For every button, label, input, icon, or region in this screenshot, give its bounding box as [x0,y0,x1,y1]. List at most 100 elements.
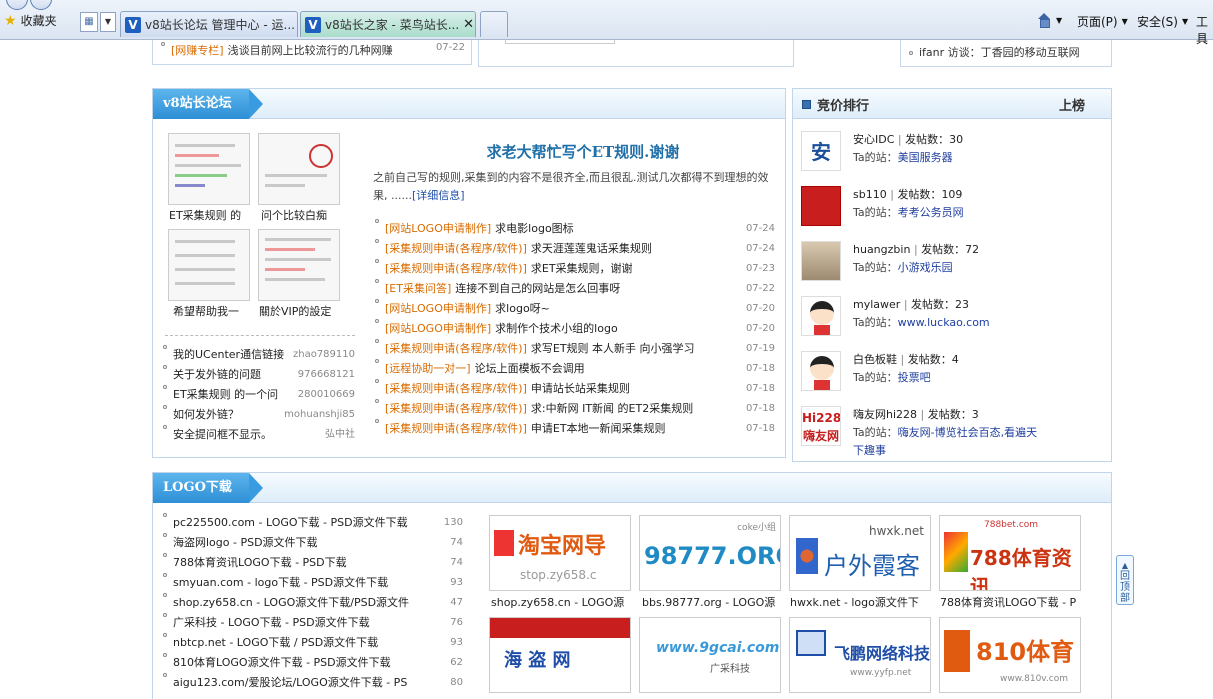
logo-caption[interactable]: bbs.98777.org - LOGO源 [642,594,784,610]
list-item[interactable]: aigu123.com/爱股论坛/LOGO源文件下载 - PS 80 [163,673,463,693]
user-name[interactable]: 白色板鞋 [853,353,897,366]
avatar[interactable] [801,351,841,391]
user-name[interactable]: sb110 [853,188,887,201]
new-tab-button[interactable] [480,11,508,37]
item-tag[interactable]: [网赚专栏] [171,42,224,58]
ranking-item: 白色板鞋 | 发帖数：4 Ta的站：投票吧 [801,351,1101,397]
list-item[interactable]: [采集规则申请(各程序/软件)] 求:中新网 IT新闻 的ET2采集规则 07-18 [375,399,775,419]
close-tab-icon[interactable]: ✕ [463,17,474,32]
logo-list: pc225500.com - LOGO下载 - PSD源文件下载 130 海盗网l… [163,513,463,693]
site-link[interactable]: www.luckao.com [898,316,990,329]
logo-caption[interactable]: shop.zy658.cn - LOGO源 [491,594,633,610]
logo-thumbnail[interactable]: 海 盗 网 [489,617,631,693]
list-item[interactable]: 810体育LOGO源文件下载 - PSD源文件下载 62 [163,653,463,673]
logo-caption[interactable]: hwxk.net - logo源文件下 [790,594,932,610]
list-item[interactable]: [ET采集问答] 连接不到自己的网站是怎么回事呀 07-22 [375,279,775,299]
back-to-top-button[interactable]: ▲ 回顶部 [1116,555,1134,605]
logo-thumbnail[interactable]: 淘宝网导 stop.zy658.c [489,515,631,591]
logo-caption[interactable]: 788体育资讯LOGO下载 - P [940,594,1082,610]
list-item[interactable]: ifanr 访谈：丁香园的移动互联网 [909,44,1080,60]
logo-thumbnail[interactable]: hwxk.net 户外霞客 [789,515,931,591]
details-link[interactable]: [详细信息] [412,189,465,202]
thumbnail[interactable] [168,133,250,205]
list-item[interactable]: nbtcp.net - LOGO下载 / PSD源文件下载 93 [163,633,463,653]
forum-title[interactable]: v8站长论坛 [153,89,263,119]
list-item[interactable]: [采集规则申请(各程序/软件)] 求天涯莲莲鬼话采集规则 07-24 [375,239,775,259]
logo-title[interactable]: LOGO下载 [153,473,263,503]
list-item[interactable]: [网站LOGO申请制作] 求logo呀~ 07-20 [375,299,775,319]
quick-tabs-icon[interactable]: ▦ [80,12,98,32]
logo-thumbnail[interactable]: coke小组 98777.ORG [639,515,781,591]
list-item[interactable]: 安全提问框不显示。 弘中社 [163,425,355,445]
avatar[interactable] [801,241,841,281]
logo-panel-header: LOGO下载 [153,473,1111,503]
list-item[interactable]: [网站LOGO申请制作] 求电影logo图标 07-24 [375,219,775,239]
list-item[interactable]: [采集规则申请(各程序/软件)] 求写ET规则 本人新手 向小强学习 07-19 [375,339,775,359]
list-item[interactable]: 如何发外链？ mohuanshji85 [163,405,355,425]
ranking-apply-link[interactable]: 上榜 [1059,95,1085,114]
top-center-box [478,40,794,67]
list-item[interactable]: [网站LOGO申请制作] 求制作个技术小组的logo 07-20 [375,319,775,339]
user-name[interactable]: 安心IDC [853,133,894,146]
star-icon: ★ [4,12,17,29]
safety-menu[interactable]: 安全(S) ▼ [1137,13,1188,30]
list-item[interactable]: [采集规则申请(各程序/软件)] 申请站长站采集规则 07-18 [375,379,775,399]
tab-list-dropdown[interactable]: ▼ [100,12,116,32]
list-item[interactable]: 海盗网logo - PSD源文件下载 74 [163,533,463,553]
tab-v8-home[interactable]: V v8站长之家 - 菜鸟站长... ✕ [300,11,476,37]
thumbnail-caption[interactable]: 问个比较白痴 [261,207,327,223]
user-name[interactable]: 嗨友网hi228 [853,408,917,421]
favorites-button[interactable]: ★ 收藏夹 [4,12,57,29]
list-item[interactable]: [采集规则申请(各程序/软件)] 申请ET本地一新闻采集规则 07-18 [375,419,775,439]
tools-menu[interactable]: 工具 [1196,13,1213,47]
thumbnail-caption[interactable]: 關於VIP的設定 [259,303,331,319]
page-menu[interactable]: 页面(P) ▼ [1077,13,1128,30]
user-name[interactable]: mylawer [853,298,900,311]
tab-label: v8站长论坛 管理中心 - 运... [145,18,295,32]
thumbnail[interactable] [168,229,250,301]
featured-desc: 之前自己写的规则,采集到的内容不是很齐全,而且很乱.测试几次都得不到理想的效果,… [373,169,773,205]
logo-thumbnail[interactable]: 飞鹏网络科技 www.yyfp.net [789,617,931,693]
logo-thumbnail[interactable]: 810体育 www.810v.com [939,617,1081,693]
featured-title[interactable]: 求老大帮忙写个ET规则.谢谢 [373,141,793,162]
list-item[interactable]: 广采科技 - LOGO下载 - PSD源文件下载 76 [163,613,463,633]
list-item[interactable]: 关于发外链的问题 976668121 [163,365,355,385]
list-item[interactable]: [网赚专栏] 浅谈目前网上比较流行的几种网赚 07-22 [161,42,465,58]
chevron-down-icon: ▼ [1181,17,1189,26]
thumbnail[interactable] [258,133,340,205]
avatar[interactable] [801,296,841,336]
list-item[interactable]: 我的UCenter通信链接 zhao789110 [163,345,355,365]
site-link[interactable]: 考考公务员网 [898,206,964,219]
forward-button[interactable] [30,0,52,10]
ranking-item: 安心 安心IDC | 发帖数：30 Ta的站：美国服务器 [801,131,1101,177]
avatar[interactable]: 安心 [801,131,841,171]
ranking-title: 竞价排行 [817,99,870,114]
list-item[interactable]: shop.zy658.cn - LOGO源文件下载/PSD源文件 47 [163,593,463,613]
thumbnail-caption[interactable]: 希望帮助我一 [173,303,239,319]
back-button[interactable] [6,0,28,10]
thumbnail-caption[interactable]: ET采集规则 的 [169,207,241,223]
logo-thumbnail[interactable]: www.9gcai.com 广采科技 [639,617,781,693]
forum-post-list: [网站LOGO申请制作] 求电影logo图标 07-24 [采集规则申请(各程序/软… [375,219,775,439]
logo-thumbnail[interactable]: 788bet.com 788体育资讯 [939,515,1081,591]
list-item[interactable]: pc225500.com - LOGO下载 - PSD源文件下载 130 [163,513,463,533]
list-item[interactable]: 788体育资讯LOGO下载 - PSD下载 74 [163,553,463,573]
home-button[interactable]: ▼ [1036,13,1062,28]
list-item[interactable]: smyuan.com - logo下载 - PSD源文件下载 93 [163,573,463,593]
list-item[interactable]: [采集规则申请(各程序/软件)] 求ET采集规则，谢谢 07-23 [375,259,775,279]
avatar[interactable] [801,186,841,226]
site-link[interactable]: 美国服务器 [898,151,953,164]
item-title[interactable]: 浅谈目前网上比较流行的几种网赚 [228,42,436,58]
user-name[interactable]: huangzbin [853,243,910,256]
thumbnail[interactable] [258,229,340,301]
avatar[interactable]: Hi228 嗨友网 [801,406,841,446]
item-title[interactable]: ifanr 访谈：丁香园的移动互联网 [919,46,1080,59]
tools-menu-label: 工具 [1196,15,1209,46]
tab-admin-center[interactable]: V v8站长论坛 管理中心 - 运... [120,11,298,37]
site-link[interactable]: 投票吧 [898,371,931,384]
list-item[interactable]: [远程协助一对一] 论坛上面模板不会调用 07-18 [375,359,775,379]
favorites-label: 收藏夹 [20,14,57,28]
back-to-top-label: 回顶部 [1120,571,1130,604]
site-link[interactable]: 小游戏乐园 [898,261,953,274]
list-item[interactable]: ET采集规则 的一个问 280010669 [163,385,355,405]
